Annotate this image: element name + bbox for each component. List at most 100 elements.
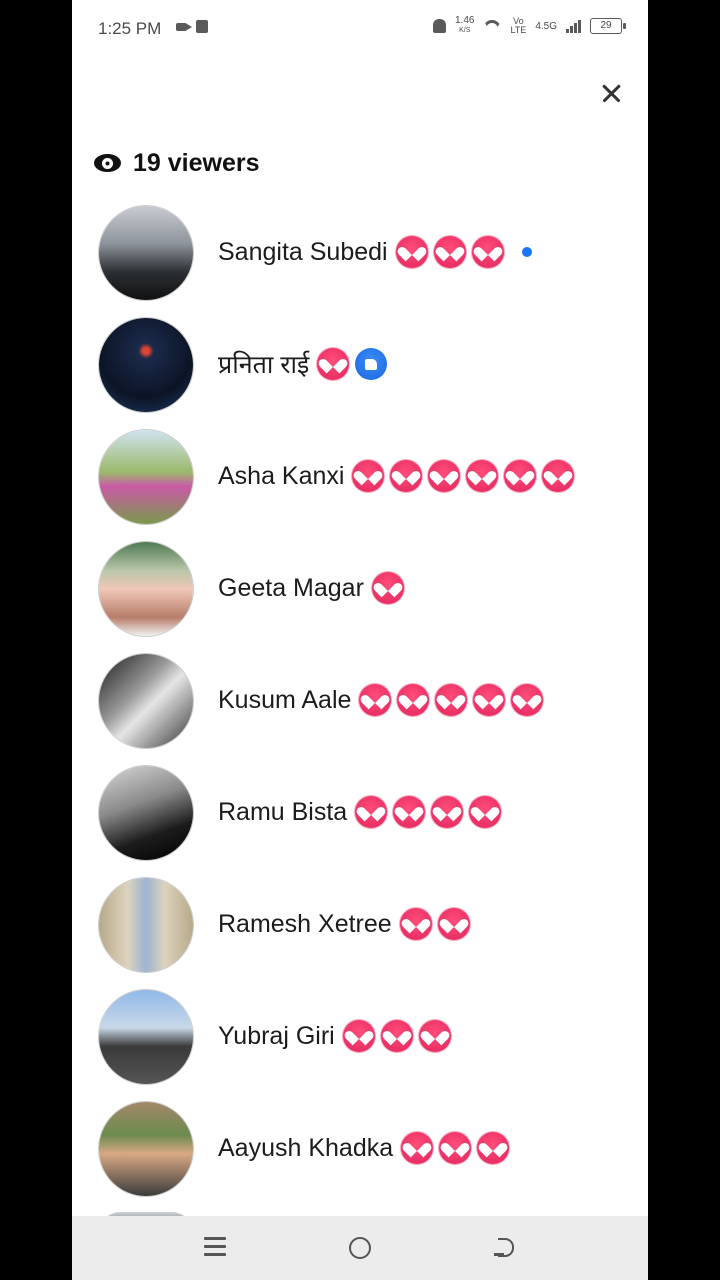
active-status-dot <box>521 247 532 257</box>
sim-card-icon <box>196 20 208 33</box>
viewer-name[interactable]: प्रनिता राई <box>218 347 309 381</box>
viewer-name[interactable]: Ramu Bista <box>218 798 347 827</box>
viewer-name[interactable]: Ramesh Xetree <box>218 910 392 939</box>
reactions <box>355 796 502 828</box>
viewer-info: Sangita Subedi <box>218 232 532 272</box>
volte-indicator: Vo LTE <box>510 17 526 35</box>
viewer-row[interactable]: Yubraj Giri <box>72 978 648 1090</box>
back-button[interactable] <box>494 1238 514 1257</box>
heart-reaction-icon <box>342 1020 375 1052</box>
heart-reaction-icon <box>471 236 504 268</box>
status-right-icons: 1.46 K/S Vo LTE 4.5G 29 <box>433 16 626 36</box>
heart-reaction-icon <box>431 796 464 828</box>
heart-reaction-icon <box>395 236 428 268</box>
reactions <box>352 460 575 492</box>
viewers-header: 19 viewers <box>94 147 260 179</box>
viewer-name[interactable]: Asha Kanxi <box>218 462 344 491</box>
viewer-info: Ramesh Xetree <box>218 904 470 944</box>
network-speed-unit: K/S <box>459 27 471 34</box>
viewer-row[interactable]: Geeta Magar <box>72 530 648 642</box>
battery-icon: 29 <box>590 18 626 34</box>
heart-reaction-icon <box>397 684 430 716</box>
heart-reaction-icon <box>439 1132 472 1164</box>
heart-reaction-icon <box>435 684 468 716</box>
viewer-info: Yubraj Giri <box>218 1016 451 1056</box>
heart-reaction-icon <box>504 460 537 492</box>
signal-strength-icon <box>566 19 581 33</box>
heart-reaction-icon <box>401 1132 434 1164</box>
viewer-name[interactable]: Sangita Subedi <box>218 238 388 267</box>
viewer-info: Asha Kanxi <box>218 456 575 496</box>
network-type: 4.5G <box>535 20 557 32</box>
heart-reaction-icon <box>542 460 575 492</box>
heart-reaction-icon <box>466 460 499 492</box>
viewer-row[interactable]: प्रनिता राई <box>72 306 648 418</box>
viewers-count: 19 viewers <box>133 148 260 177</box>
reactions <box>399 908 470 940</box>
avatar[interactable] <box>99 654 193 748</box>
heart-reaction-icon <box>380 1020 413 1052</box>
avatar[interactable] <box>99 766 193 860</box>
viewer-row[interactable]: Aayush Khadka <box>72 1090 648 1202</box>
reactions <box>342 1020 451 1052</box>
heart-reaction-icon <box>317 348 350 380</box>
eye-icon <box>94 154 121 172</box>
viewer-info: Kusum Aale <box>218 680 544 720</box>
heart-reaction-icon <box>371 572 404 604</box>
heart-reaction-icon <box>399 908 432 940</box>
network-speed: 1.46 K/S <box>455 16 474 36</box>
home-button[interactable] <box>349 1237 371 1259</box>
video-camera-icon <box>176 22 192 31</box>
viewers-sheet: 1:25 PM 1.46 K/S Vo LTE 4.5G 29 19 viewers… <box>72 0 648 1280</box>
status-time: 1:25 PM <box>98 19 162 38</box>
viewer-row[interactable]: Ramu Bista <box>72 754 648 866</box>
heart-reaction-icon <box>511 684 544 716</box>
recent-apps-button[interactable] <box>204 1237 226 1259</box>
status-bar: 1:25 PM 1.46 K/S Vo LTE 4.5G 29 <box>72 0 648 58</box>
status-left-icons <box>176 20 208 33</box>
like-reaction-icon <box>355 348 388 380</box>
heart-reaction-icon <box>352 460 385 492</box>
heart-reaction-icon <box>428 460 461 492</box>
avatar[interactable] <box>99 206 193 300</box>
avatar[interactable] <box>99 1102 193 1196</box>
reactions <box>371 572 404 604</box>
thumb-glyph <box>365 359 378 370</box>
heart-reaction-icon <box>418 1020 451 1052</box>
system-nav-bar <box>72 1216 648 1280</box>
reactions <box>395 236 504 268</box>
viewer-name[interactable]: Kusum Aale <box>218 686 351 715</box>
notification-mute-icon <box>433 19 446 33</box>
avatar[interactable] <box>99 990 193 1084</box>
heart-reaction-icon <box>355 796 388 828</box>
reactions <box>317 348 388 380</box>
wifi-icon <box>483 20 501 33</box>
viewer-row[interactable]: Ramesh Xetree <box>72 866 648 978</box>
heart-reaction-icon <box>390 460 423 492</box>
close-icon[interactable] <box>596 78 626 108</box>
viewer-info: Geeta Magar <box>218 568 404 608</box>
network-speed-value: 1.46 <box>455 15 475 26</box>
heart-reaction-icon <box>437 908 470 940</box>
heart-reaction-icon <box>393 796 426 828</box>
viewer-name[interactable]: Aayush Khadka <box>218 1134 393 1163</box>
viewer-info: Ramu Bista <box>218 792 502 832</box>
heart-reaction-icon <box>477 1132 510 1164</box>
viewer-info: Aayush Khadka <box>218 1128 510 1168</box>
viewer-row[interactable]: Asha Kanxi <box>72 418 648 530</box>
heart-reaction-icon <box>473 684 506 716</box>
heart-reaction-icon <box>469 796 502 828</box>
avatar[interactable] <box>99 318 193 412</box>
viewer-list: Sangita Subedi प्रनिता राई Asha Kanxi Geeta… <box>72 194 648 1202</box>
avatar[interactable] <box>99 430 193 524</box>
viewer-row[interactable]: Kusum Aale <box>72 642 648 754</box>
heart-reaction-icon <box>359 684 392 716</box>
viewer-name[interactable]: Yubraj Giri <box>218 1022 335 1051</box>
heart-reaction-icon <box>433 236 466 268</box>
viewer-name[interactable]: Geeta Magar <box>218 574 364 603</box>
viewer-row[interactable]: Sangita Subedi <box>72 194 648 306</box>
reactions <box>359 684 544 716</box>
avatar[interactable] <box>99 878 193 972</box>
viewer-info: प्रनिता राई <box>218 344 388 384</box>
avatar[interactable] <box>99 542 193 636</box>
